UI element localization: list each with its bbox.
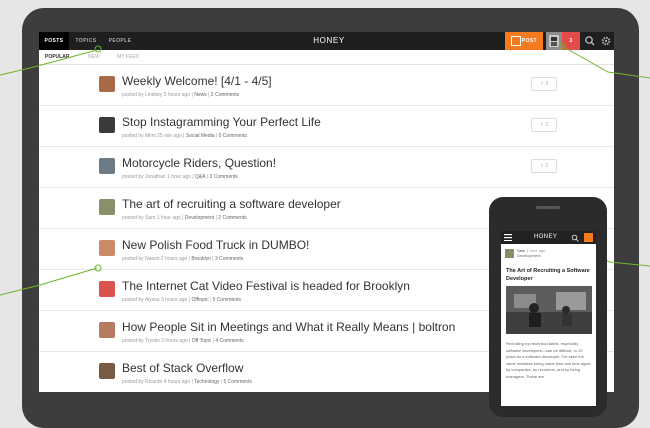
phone-logo[interactable]: HONEY [534, 231, 557, 244]
menu-icon[interactable] [504, 234, 512, 241]
phone-frame: HONEY Sam 1 hour ago Development The Art… [489, 197, 607, 417]
search-icon[interactable] [571, 234, 579, 242]
article-photo [506, 286, 592, 334]
phone-article-title: The Art of Recruiting a Software Develop… [506, 268, 590, 282]
phone-speaker [536, 206, 560, 209]
author-avatar[interactable] [505, 249, 514, 258]
phone-author-row: Sam 1 hour ago Development [505, 248, 592, 260]
phone-top-bar: HONEY [501, 231, 596, 244]
phone-author-category[interactable]: Development [517, 253, 541, 258]
phone-screen: HONEY Sam 1 hour ago Development The Art… [501, 231, 596, 406]
phone-article-body: Recruiting top technical talent, especia… [506, 341, 591, 379]
phone-post-button[interactable] [584, 233, 593, 242]
